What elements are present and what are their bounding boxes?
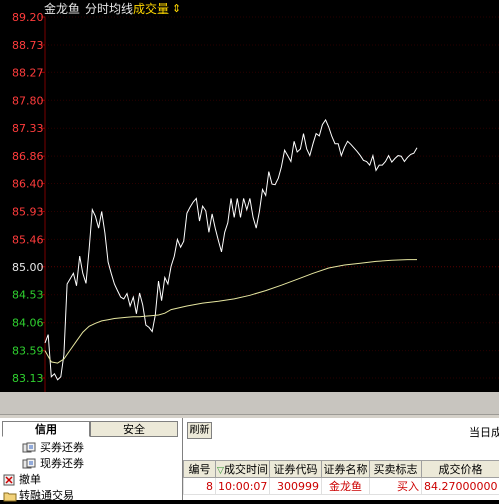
- table-row[interactable]: 8 10:00:07 300999 金龙鱼 买入 84.27000000: [184, 478, 499, 495]
- tree-item-stock-return[interactable]: 现券还券: [0, 456, 180, 472]
- tree-item-label: 现券还券: [40, 456, 84, 472]
- function-tree: 买券还券 现券还券 撤单 转融通交易: [0, 440, 180, 504]
- period-label[interactable]: 分时: [85, 0, 109, 18]
- avg-price-line: [45, 260, 417, 364]
- y-tick-label: 86.40: [12, 178, 44, 191]
- avg-line-label[interactable]: 均线: [109, 0, 133, 18]
- volume-label[interactable]: 成交量: [133, 0, 169, 18]
- refresh-button[interactable]: 刷新: [187, 422, 212, 439]
- tree-item-label: 买券还券: [40, 440, 84, 456]
- col-header-side[interactable]: 买卖标志: [370, 461, 422, 478]
- y-tick-label: 85.46: [12, 233, 44, 246]
- function-tabs: 信用 安全: [2, 421, 178, 437]
- y-tick-label: 88.73: [12, 39, 44, 52]
- sort-down-icon: ▽: [217, 466, 224, 476]
- col-header-code[interactable]: 证券代码: [270, 461, 322, 478]
- today-trades-label: 当日成: [469, 424, 499, 440]
- tree-item-refinancing[interactable]: 转融通交易: [0, 488, 180, 504]
- y-tick-label: 83.13: [12, 372, 44, 385]
- col-header-time[interactable]: ▽成交时间: [216, 461, 270, 478]
- tree-item-buy-return[interactable]: 买券还券: [0, 440, 180, 456]
- chart-lines: [45, 120, 417, 380]
- col-header-price[interactable]: 成交价格: [422, 461, 499, 478]
- col-header-name[interactable]: 证券名称: [322, 461, 370, 478]
- stock-name: 金龙鱼: [44, 0, 80, 18]
- cell-id: 8: [184, 478, 216, 495]
- cell-name: 金龙鱼: [322, 478, 370, 495]
- chart-header: 金龙鱼 分时 均线 成交量 ⇕: [0, 0, 499, 18]
- chart-grid: [41, 17, 499, 392]
- tab-credit[interactable]: 信用: [2, 421, 90, 437]
- price-chart: 89.2088.7388.2787.8087.3386.8686.4085.93…: [0, 0, 499, 392]
- panel-toolbar-strip: [0, 392, 499, 415]
- toggle-arrows-icon[interactable]: ⇕: [172, 0, 181, 18]
- cell-code: 300999: [270, 478, 322, 495]
- y-tick-label: 88.27: [12, 66, 44, 79]
- cell-side: 买入: [370, 478, 422, 495]
- price-line: [45, 120, 417, 380]
- y-tick-label: 85.00: [12, 261, 44, 274]
- trades-table: 编号 ▽成交时间 证券代码 证券名称 买卖标志 成交价格 8 10:00:07 …: [183, 460, 499, 495]
- y-axis-labels: 89.2088.7388.2787.8087.3386.8686.4085.93…: [12, 11, 44, 385]
- cancel-order-icon: [3, 474, 17, 486]
- col-header-id[interactable]: 编号: [184, 461, 216, 478]
- table-header-row: 编号 ▽成交时间 证券代码 证券名称 买卖标志 成交价格: [184, 461, 499, 478]
- y-tick-label: 87.33: [12, 122, 44, 135]
- trading-panel: 信用 安全 买券还券 现券还券 撤单 转融通交易 刷新 当日成: [0, 392, 499, 500]
- trade-action-icon: [22, 442, 36, 454]
- trade-action-icon: [22, 458, 36, 470]
- orders-panel: 刷新 当日成 编号 ▽成交时间 证券代码 证券名称 买卖标志 成交价格 8 1: [183, 418, 499, 500]
- cell-time: 10:00:07: [216, 478, 270, 495]
- y-tick-label: 87.80: [12, 94, 44, 107]
- y-tick-label: 85.93: [12, 205, 44, 218]
- cell-price: 84.27000000: [422, 478, 499, 495]
- function-tree-panel: 信用 安全 买券还券 现券还券 撤单 转融通交易: [0, 418, 183, 500]
- intraday-chart-panel: 89.2088.7388.2787.8087.3386.8686.4085.93…: [0, 0, 499, 392]
- tab-security[interactable]: 安全: [90, 421, 178, 437]
- y-tick-label: 84.53: [12, 289, 44, 302]
- y-tick-label: 84.06: [12, 317, 44, 330]
- folder-icon: [3, 490, 17, 502]
- tree-item-label: 转融通交易: [19, 488, 74, 504]
- y-tick-label: 83.59: [12, 345, 44, 358]
- y-tick-label: 86.86: [12, 150, 44, 163]
- tree-item-cancel-order[interactable]: 撤单: [0, 472, 180, 488]
- tree-item-label: 撤单: [19, 472, 41, 488]
